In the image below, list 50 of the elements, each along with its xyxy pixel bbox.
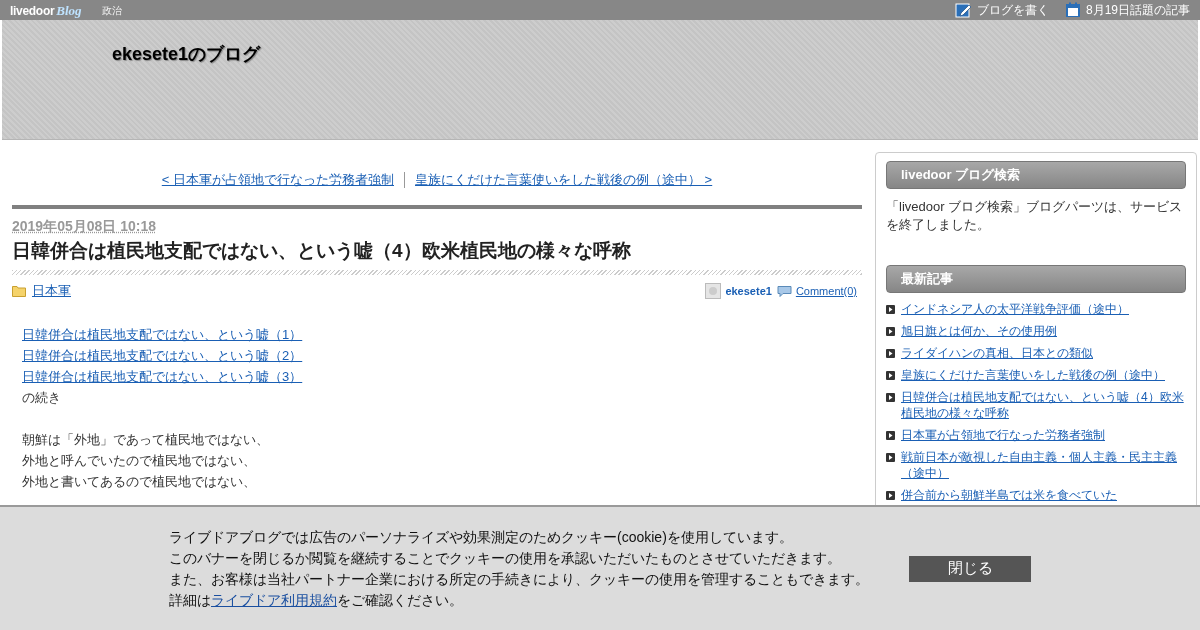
- avatar-icon: [705, 283, 722, 299]
- bullet-icon: [886, 491, 895, 500]
- recent-post-link[interactable]: 併合前から朝鮮半島では米を食べていた: [901, 487, 1117, 503]
- top-bar-link[interactable]: ブログを書く: [954, 1, 1049, 19]
- body-text: の続き: [22, 389, 62, 407]
- next-post-link[interactable]: 皇族にくだけた言葉使いをした戦後の例（途中） >: [405, 170, 713, 190]
- top-bar-link-label: 8月19日話題の記事: [1085, 2, 1190, 19]
- body-text: 外地と呼んでいたので植民地ではない、: [22, 452, 257, 470]
- close-button[interactable]: 閉じる: [909, 555, 1031, 582]
- post-date: 2019年05月08日 10:18: [12, 217, 157, 235]
- top-bar-link-label: ブログを書く: [976, 2, 1049, 19]
- recent-post-link[interactable]: 旭日旗とは何か、その使用例: [901, 323, 1057, 339]
- body-text: 朝鮮は「外地」であって植民地ではない、: [22, 431, 270, 449]
- pencil-icon: [954, 2, 972, 18]
- recent-post-link[interactable]: 日韓併合は植民地支配ではない、という嘘（4）欧米植民地の様々な呼称: [901, 389, 1186, 421]
- livedoor-blog-logo[interactable]: livedoorBlog: [10, 3, 82, 17]
- recent-post-link[interactable]: ライダイハンの真相、日本との類似: [901, 345, 1093, 361]
- calendar-icon: [1064, 2, 1081, 18]
- bullet-icon: [886, 327, 895, 336]
- comment-icon: [776, 284, 792, 298]
- recent-post-link[interactable]: 日本軍が占領地で行なった労務者強制: [901, 427, 1105, 443]
- article-link[interactable]: 日韓併合は植民地支配ではない、という嘘（2）: [22, 348, 303, 363]
- previous-post-link[interactable]: < 日本軍が占領地で行なった労務者強制: [161, 170, 404, 190]
- recent-post-link[interactable]: 戦前日本が敵視した自由主義・個人主義・民主主義（途中）: [901, 449, 1186, 481]
- bullet-icon: [886, 431, 895, 440]
- recent-post-link[interactable]: インドネシア人の太平洋戦争評価（途中）: [901, 301, 1129, 317]
- author-link[interactable]: ekesete1: [725, 282, 772, 300]
- blog-title[interactable]: ekesete1のブログ: [112, 44, 261, 64]
- recent-post-link[interactable]: 皇族にくだけた言葉使いをした戦後の例（途中）: [901, 367, 1165, 383]
- body-text: 外地と書いてあるので植民地ではない、: [22, 473, 257, 491]
- bullet-icon: [886, 453, 895, 462]
- category-link[interactable]: 日本軍: [32, 281, 71, 301]
- article-link[interactable]: 日韓併合は植民地支配ではない、という嘘（3）: [22, 369, 303, 384]
- banner-text: 詳細はライブドア利用規約をご確認ください。: [169, 590, 464, 610]
- bullet-icon: [886, 349, 895, 358]
- widget-header: livedoor ブログ検索: [886, 161, 1186, 189]
- comment-link[interactable]: Comment(0): [795, 282, 857, 300]
- folder-icon: [12, 285, 26, 297]
- widget-text: 「livedoor ブログ検索」ブログパーツは、サービスを終了しました。: [886, 198, 1184, 234]
- top-bar-link[interactable]: 8月19日話題の記事: [1064, 1, 1190, 19]
- bullet-icon: [886, 305, 895, 314]
- terms-link[interactable]: ライブドア利用規約: [211, 591, 337, 608]
- article-link[interactable]: 日韓併合は植民地支配ではない、という嘘（1）: [22, 327, 303, 342]
- widget-header: 最新記事: [886, 265, 1186, 293]
- bullet-icon: [886, 393, 895, 402]
- banner-text: このバナーを閉じるか閲覧を継続することでクッキーの使用を承認いただいたものとさせていただきます。: [169, 548, 842, 568]
- bullet-icon: [886, 371, 895, 380]
- banner-text: また、お客様は当社パートナー企業における所定の手続きにより、クッキーの使用を管理することもできます。: [169, 569, 870, 589]
- post-title: 日韓併合は植民地支配ではない、という嘘（4）欧米植民地の様々な呼称: [12, 239, 632, 263]
- banner-text: ライブドアブログでは広告のパーソナライズや効果測定のためクッキー(cookie)を使用しています。: [169, 527, 794, 547]
